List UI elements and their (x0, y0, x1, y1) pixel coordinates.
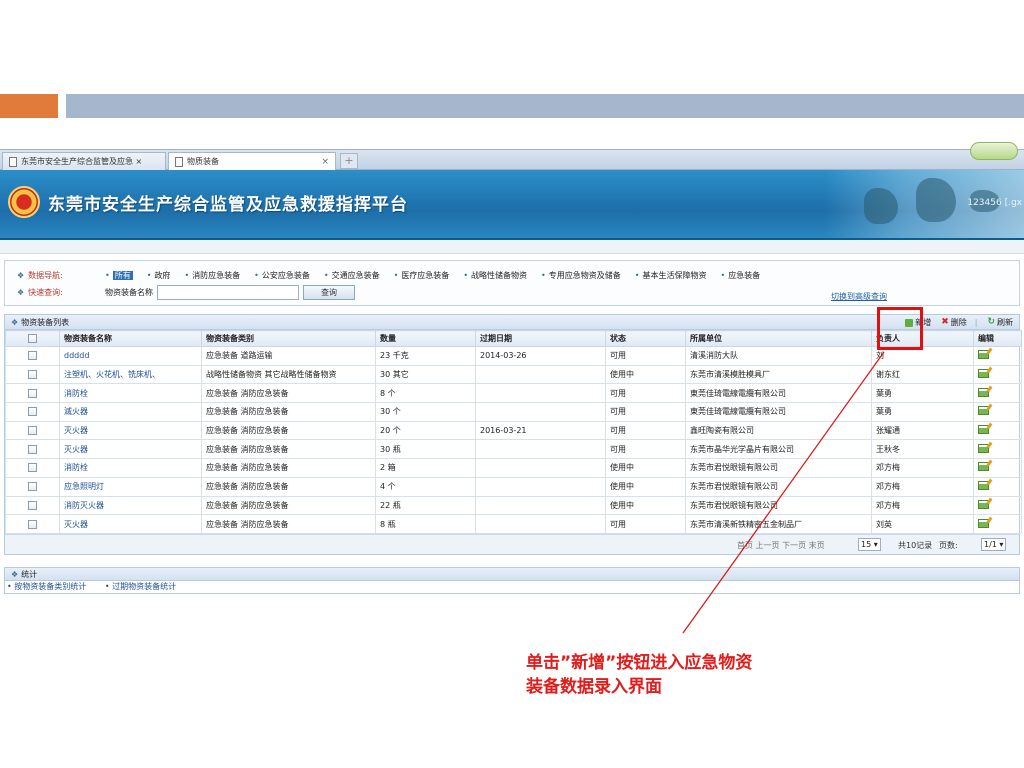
annotation-arrow (682, 351, 885, 634)
arrow-line (682, 351, 885, 634)
annotation-text: 单击”新增”按钮进入应急物资装备数据录入界面 (526, 653, 753, 697)
